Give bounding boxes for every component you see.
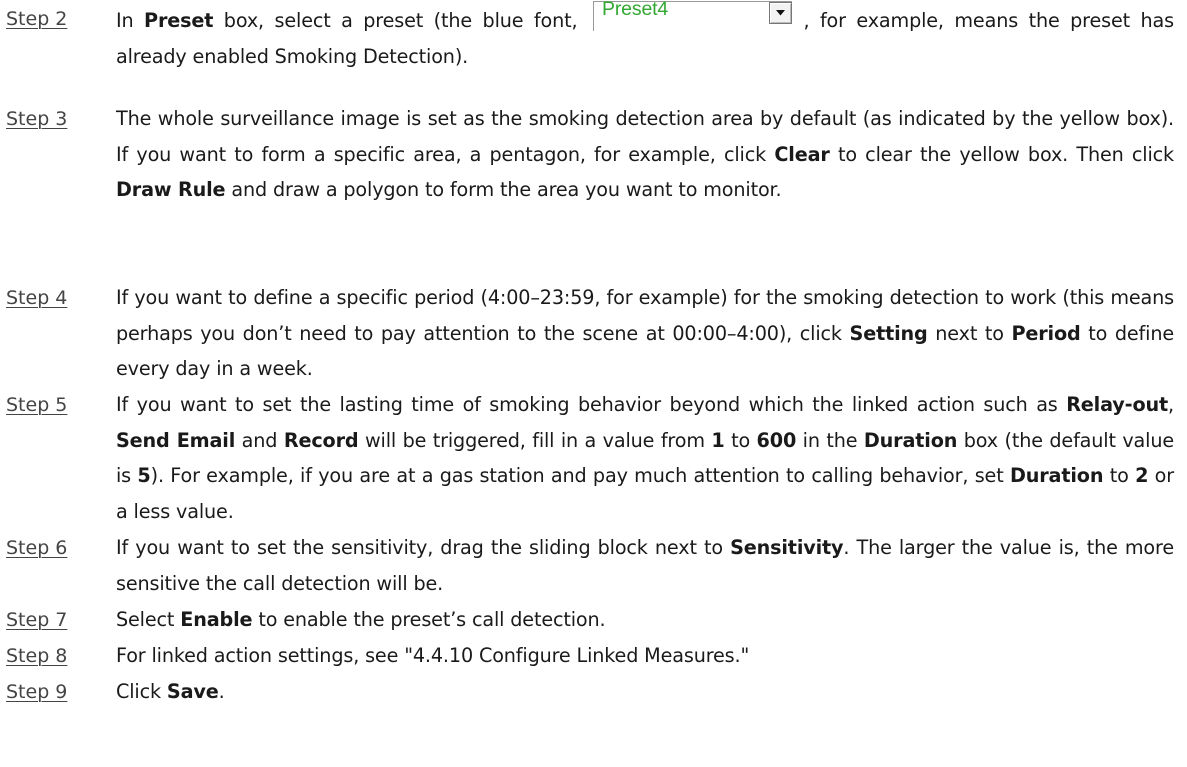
bold-term: Sensitivity [730,536,844,559]
bold-term: Duration [863,428,958,452]
preset-select-value: Preset4 [601,0,669,20]
text-run: In [116,9,145,32]
step-text: If you want to set the lasting time of s… [116,387,1174,529]
step-label: Step 2 [6,8,68,30]
step-text: If you want to define a specific period … [116,280,1174,387]
step-text: Select Enable to enable the preset’s cal… [116,602,1174,638]
step-text: The whole surveillance image is set as t… [116,101,1174,208]
bold-term: 600 [756,428,797,452]
step-label: Step 7 [6,609,68,631]
bold-term: Duration [1009,464,1104,488]
preset-dropdown-button[interactable] [768,2,792,24]
text-run: to enable the preset’s call detection. [252,608,606,631]
text-run: Select [116,608,181,631]
bold-term: Setting [849,321,928,345]
step-label: Step 6 [6,537,68,559]
text-run: to [1103,464,1136,488]
text-run: box, select a preset (the blue font, [213,9,588,32]
text-run: . [218,680,225,703]
text-run: , [1168,393,1174,416]
bold-term: 2 [1135,464,1149,488]
text-run: to [724,428,757,452]
bold-term: Preset [144,9,214,32]
step-label: Step 4 [6,287,68,309]
step-label: Step 5 [6,394,68,416]
chevron-down-icon [775,10,785,16]
bold-term: Save [166,680,219,703]
bold-term: Send Email [116,428,236,452]
bold-term: Relay-out [1066,393,1169,416]
text-run: to clear the yellow box. Then click [829,142,1174,166]
bold-term: Period [1011,321,1081,345]
bold-term: Clear [774,142,830,166]
document-page: Step 2 In Preset box, select a preset (t… [0,0,1187,767]
bold-term: Record [283,428,359,452]
bold-term: Enable [180,608,253,631]
text-run: For linked action settings, see "4.4.10 … [116,644,750,667]
text-run: and draw a polygon to form the area you … [225,178,782,202]
text-run: and [235,428,284,452]
text-run: will be triggered, fill in a value from [358,428,712,452]
step-label: Step 3 [6,108,68,130]
bold-term: 5 [137,464,151,488]
bold-term: Draw Rule [116,178,226,202]
text-run: If you want to set the sensitivity, drag… [116,536,731,559]
text-run: If you want to set the lasting time of s… [116,393,1067,416]
step-label: Step 9 [6,681,68,703]
text-run: in the [796,428,864,452]
step-text: Click Save. [116,674,1174,710]
step-text: If you want to set the sensitivity, drag… [116,530,1174,601]
text-run: next to [927,321,1012,345]
text-run: Click [116,680,167,703]
preset-select[interactable]: Preset4 [592,0,792,31]
step-label: Step 8 [6,645,68,667]
text-run: ). For example, if you are at a gas stat… [150,464,1010,488]
bold-term: 1 [711,428,725,452]
step-text: In Preset box, select a preset (the blue… [116,0,1174,74]
step-text: For linked action settings, see "4.4.10 … [116,638,1174,674]
